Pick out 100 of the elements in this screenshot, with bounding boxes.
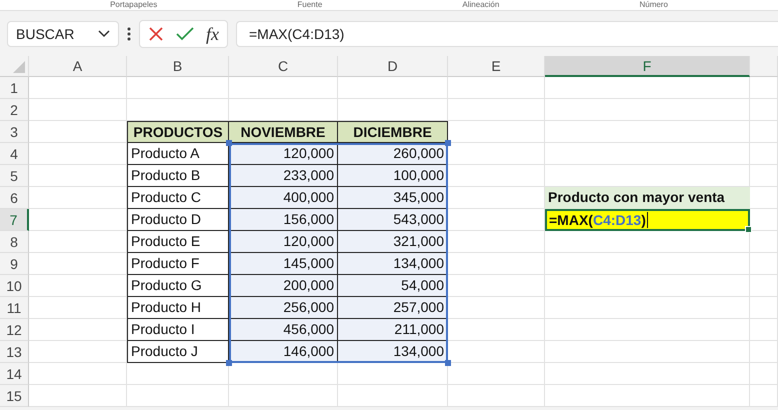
row-header[interactable]: 11 [0, 297, 29, 319]
sheet-cell[interactable] [448, 319, 545, 341]
sheet-cell[interactable] [338, 77, 448, 99]
sheet-cell[interactable] [29, 231, 127, 253]
row-header[interactable]: 10 [0, 275, 29, 297]
sheet-cell[interactable] [750, 253, 778, 275]
range-handle[interactable] [445, 140, 451, 146]
table-cell: Producto H [127, 297, 229, 319]
sheet-cell[interactable] [338, 385, 448, 407]
sheet-cell[interactable] [127, 77, 229, 99]
ribbon-group-label: Fuente [297, 0, 322, 10]
sheet-cell[interactable] [545, 275, 750, 297]
sheet-cell[interactable] [229, 385, 338, 407]
column-header[interactable]: A [29, 56, 127, 77]
sheet-cell[interactable] [545, 341, 750, 363]
column-header[interactable]: C [229, 56, 338, 77]
sheet-cell[interactable] [750, 297, 778, 319]
row-header[interactable]: 5 [0, 165, 29, 187]
sheet-cell[interactable] [29, 341, 127, 363]
sheet-cell[interactable] [29, 275, 127, 297]
column-header[interactable]: D [338, 56, 448, 77]
sheet-cell[interactable] [448, 297, 545, 319]
sheet-cell[interactable] [750, 143, 778, 165]
table-cell: 233,000 [229, 165, 338, 187]
column-header[interactable]: E [448, 56, 545, 77]
column-header[interactable]: F [545, 56, 750, 77]
range-handle[interactable] [226, 140, 232, 146]
sheet-cell[interactable] [29, 385, 127, 407]
row-header[interactable]: 8 [0, 231, 29, 253]
row-header[interactable]: 4 [0, 143, 29, 165]
sheet-cell[interactable] [448, 385, 545, 407]
active-cell[interactable]: =MAX(C4:D13) [545, 209, 750, 231]
ribbon-group-label: Número [639, 0, 668, 10]
sheet-cell[interactable] [448, 99, 545, 121]
table-cell: Producto J [127, 341, 229, 363]
sheet-cell[interactable] [545, 253, 750, 275]
chevron-icon [98, 30, 110, 38]
sheet-cell[interactable] [750, 363, 778, 385]
row-header[interactable]: 14 [0, 363, 29, 385]
sheet-cell[interactable] [448, 231, 545, 253]
sheet-cell[interactable] [545, 385, 750, 407]
row-header[interactable]: 7 [0, 209, 29, 231]
row-header[interactable]: 3 [0, 121, 29, 143]
sheet-cell[interactable] [448, 165, 545, 187]
row-header[interactable]: 1 [0, 77, 29, 99]
more-options-icon[interactable] [127, 27, 131, 41]
sheet-cell[interactable] [29, 143, 127, 165]
sheet-cell[interactable] [545, 77, 750, 99]
sheet-cell[interactable] [750, 77, 778, 99]
row-header[interactable]: 15 [0, 385, 29, 407]
table-cell: 120,000 [229, 231, 338, 253]
fill-handle[interactable] [745, 226, 752, 233]
sheet-cell[interactable] [750, 275, 778, 297]
row-header[interactable]: 2 [0, 99, 29, 121]
sheet-cell[interactable] [750, 385, 778, 407]
range-handle[interactable] [226, 360, 232, 366]
column-header[interactable] [750, 56, 778, 77]
table-cell: Producto G [127, 275, 229, 297]
sheet-cell[interactable] [750, 121, 778, 143]
row-header[interactable]: 13 [0, 341, 29, 363]
range-handle[interactable] [445, 360, 451, 366]
sheet-cell[interactable] [750, 319, 778, 341]
sheet-cell[interactable] [545, 121, 750, 143]
table-cell: Producto B [127, 165, 229, 187]
sheet-cell[interactable] [29, 319, 127, 341]
row-header[interactable]: 9 [0, 253, 29, 275]
sheet-cell[interactable] [545, 143, 750, 165]
insert-function-button[interactable]: fx [206, 24, 219, 44]
table-cell: 256,000 [229, 297, 338, 319]
sheet-cell[interactable] [545, 99, 750, 121]
sheet-cell[interactable] [29, 77, 127, 99]
sheet-cell[interactable] [750, 165, 778, 187]
sheet-cell[interactable] [29, 363, 127, 385]
formula-field[interactable]: =MAX(C4:D13) [236, 21, 778, 47]
sheet-cell[interactable] [29, 187, 127, 209]
sheet-cell[interactable] [229, 77, 338, 99]
table-cell: 456,000 [229, 319, 338, 341]
sheet-cell[interactable] [29, 209, 127, 231]
sheet-cell[interactable] [127, 385, 229, 407]
sheet-cell[interactable] [448, 275, 545, 297]
sheet-cell[interactable] [29, 165, 127, 187]
sheet-cell[interactable] [545, 363, 750, 385]
sheet-cell[interactable] [29, 253, 127, 275]
select-all-button[interactable] [0, 56, 29, 77]
cancel-icon[interactable] [148, 26, 164, 42]
sheet-cell[interactable] [750, 341, 778, 363]
check-icon[interactable] [176, 27, 194, 41]
sheet-cell[interactable] [545, 319, 750, 341]
name-box[interactable]: BUSCAR [7, 21, 119, 47]
table-cell: 543,000 [338, 209, 448, 231]
sheet-cell[interactable] [29, 99, 127, 121]
sheet-cell[interactable] [545, 297, 750, 319]
sheet-cell[interactable] [448, 77, 545, 99]
column-header[interactable]: B [127, 56, 229, 77]
sheet-cell[interactable] [29, 297, 127, 319]
sheet-cell[interactable] [448, 253, 545, 275]
table-cell: 156,000 [229, 209, 338, 231]
sheet-cell[interactable] [750, 99, 778, 121]
row-header[interactable]: 6 [0, 187, 29, 209]
row-header[interactable]: 12 [0, 319, 29, 341]
